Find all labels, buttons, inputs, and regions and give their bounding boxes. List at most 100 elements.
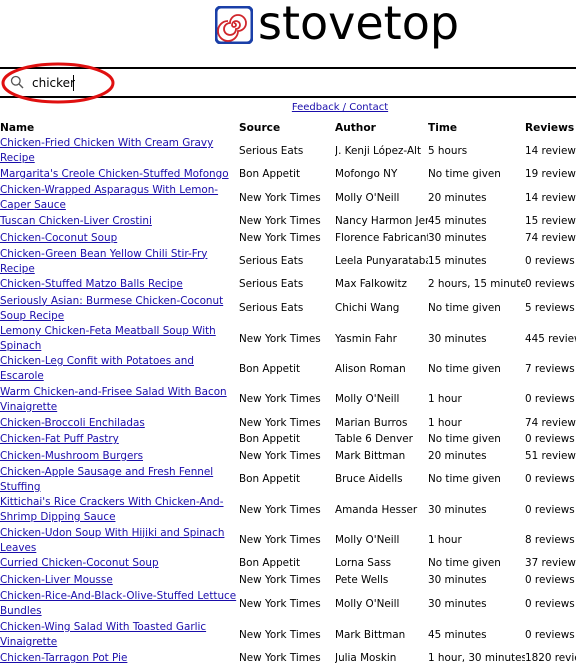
column-header-reviews[interactable]: Reviews bbox=[525, 120, 576, 136]
recipe-author-cell: Florence Fabricant bbox=[335, 230, 428, 247]
recipe-link[interactable]: Chicken-Fat Puff Pastry bbox=[0, 433, 119, 445]
recipe-name-cell: Chicken-Wrapped Asparagus With Lemon-Cap… bbox=[0, 183, 239, 214]
recipe-link[interactable]: Tuscan Chicken-Liver Crostini bbox=[0, 215, 152, 227]
recipe-source-cell: Serious Eats bbox=[239, 247, 335, 277]
recipe-link[interactable]: Seriously Asian: Burmese Chicken-Coconut… bbox=[0, 295, 223, 322]
recipe-name-cell: Tuscan Chicken-Liver Crostini bbox=[0, 214, 239, 231]
recipe-link[interactable]: Curried Chicken-Coconut Soup bbox=[0, 557, 159, 569]
recipe-time-cell: 5 hours bbox=[428, 136, 525, 166]
recipe-source-cell: New York Times bbox=[239, 324, 335, 354]
recipe-source-cell: Bon Appetit bbox=[239, 465, 335, 495]
recipe-link[interactable]: Chicken-Rice-And-Black-Olive-Stuffed Let… bbox=[0, 590, 236, 617]
table-row: Chicken-Coconut SoupNew York TimesFloren… bbox=[0, 230, 576, 247]
table-row: Chicken-Rice-And-Black-Olive-Stuffed Let… bbox=[0, 589, 576, 620]
recipe-name-cell: Chicken-Coconut Soup bbox=[0, 230, 239, 247]
recipe-link[interactable]: Chicken-Fried Chicken With Cream Gravy R… bbox=[0, 137, 213, 164]
table-row: Chicken-Fat Puff PastryBon AppetitTable … bbox=[0, 432, 576, 449]
recipe-link[interactable]: Margarita's Creole Chicken-Stuffed Mofon… bbox=[0, 168, 229, 180]
recipe-name-cell: Chicken-Liver Mousse bbox=[0, 572, 239, 589]
recipe-reviews-cell: 0 reviews bbox=[525, 572, 576, 589]
recipe-name-cell: Chicken-Tarragon Pot Pie bbox=[0, 651, 239, 667]
recipe-link[interactable]: Lemony Chicken-Feta Meatball Soup With S… bbox=[0, 325, 216, 352]
recipe-time-cell: No time given bbox=[428, 354, 525, 384]
table-row: Chicken-Green Bean Yellow Chili Stir-Fry… bbox=[0, 247, 576, 277]
recipe-link[interactable]: Warm Chicken-and-Frisee Salad With Bacon… bbox=[0, 386, 227, 413]
recipe-source-cell: Bon Appetit bbox=[239, 556, 335, 573]
recipe-reviews-cell: 445 reviews bbox=[525, 324, 576, 354]
recipe-reviews-cell: 0 reviews bbox=[525, 247, 576, 277]
recipe-name-cell: Curried Chicken-Coconut Soup bbox=[0, 556, 239, 573]
table-row: Chicken-Leg Confit with Potatoes and Esc… bbox=[0, 354, 576, 384]
recipe-link[interactable]: Chicken-Wrapped Asparagus With Lemon-Cap… bbox=[0, 184, 218, 211]
recipe-link[interactable]: Chicken-Tarragon Pot Pie bbox=[0, 652, 127, 664]
table-row: Chicken-Wing Salad With Toasted Garlic V… bbox=[0, 620, 576, 651]
recipe-name-cell: Chicken-Stuffed Matzo Balls Recipe bbox=[0, 277, 239, 294]
recipe-author-cell: Mofongo NY bbox=[335, 166, 428, 183]
recipe-source-cell: Bon Appetit bbox=[239, 354, 335, 384]
recipe-source-cell: New York Times bbox=[239, 183, 335, 214]
recipe-reviews-cell: 37 reviews bbox=[525, 556, 576, 573]
results-table: Name Source Author Time Reviews Chicken-… bbox=[0, 120, 576, 667]
recipe-author-cell: Molly O'Neill bbox=[335, 384, 428, 415]
recipe-time-cell: No time given bbox=[428, 432, 525, 449]
recipe-reviews-cell: 8 reviews bbox=[525, 526, 576, 556]
recipe-link[interactable]: Chicken-Apple Sausage and Fresh Fennel S… bbox=[0, 466, 213, 493]
table-row: Chicken-Tarragon Pot PieNew York TimesJu… bbox=[0, 651, 576, 667]
column-header-source[interactable]: Source bbox=[239, 120, 335, 136]
recipe-name-cell: Chicken-Fat Puff Pastry bbox=[0, 432, 239, 449]
recipe-reviews-cell: 7 reviews bbox=[525, 354, 576, 384]
recipe-link[interactable]: Chicken-Green Bean Yellow Chili Stir-Fry… bbox=[0, 248, 207, 275]
table-row: Chicken-Fried Chicken With Cream Gravy R… bbox=[0, 136, 576, 166]
table-row: Tuscan Chicken-Liver CrostiniNew York Ti… bbox=[0, 214, 576, 231]
column-header-name[interactable]: Name bbox=[0, 120, 239, 136]
recipe-time-cell: 1 hour bbox=[428, 384, 525, 415]
feedback-contact-link[interactable]: Feedback / Contact bbox=[0, 102, 576, 113]
recipe-author-cell: Molly O'Neill bbox=[335, 589, 428, 620]
recipe-name-cell: Lemony Chicken-Feta Meatball Soup With S… bbox=[0, 324, 239, 354]
recipe-author-cell: Marian Burros bbox=[335, 415, 428, 432]
table-row: Chicken-Mushroom BurgersNew York TimesMa… bbox=[0, 448, 576, 465]
recipe-link[interactable]: Chicken-Udon Soup With Hijiki and Spinac… bbox=[0, 527, 224, 554]
recipe-name-cell: Chicken-Leg Confit with Potatoes and Esc… bbox=[0, 354, 239, 384]
search-input[interactable] bbox=[32, 74, 332, 92]
recipe-author-cell: Amanda Hesser bbox=[335, 495, 428, 526]
recipe-author-cell: Yasmin Fahr bbox=[335, 324, 428, 354]
recipe-author-cell: Chichi Wang bbox=[335, 293, 428, 324]
recipe-source-cell: Serious Eats bbox=[239, 136, 335, 166]
recipe-author-cell: Bruce Aidells bbox=[335, 465, 428, 495]
recipe-link[interactable]: Chicken-Liver Mousse bbox=[0, 574, 113, 586]
recipe-name-cell: Margarita's Creole Chicken-Stuffed Mofon… bbox=[0, 166, 239, 183]
header: stovetop bbox=[0, 0, 576, 60]
recipe-author-cell: Mark Bittman bbox=[335, 448, 428, 465]
column-header-time[interactable]: Time bbox=[428, 120, 525, 136]
recipe-time-cell: 1 hour, 30 minutes bbox=[428, 651, 525, 667]
recipe-reviews-cell: 1820 reviews bbox=[525, 651, 576, 667]
recipe-reviews-cell: 74 reviews bbox=[525, 415, 576, 432]
recipe-name-cell: Chicken-Fried Chicken With Cream Gravy R… bbox=[0, 136, 239, 166]
recipe-link[interactable]: Chicken-Coconut Soup bbox=[0, 232, 117, 244]
recipe-time-cell: 1 hour bbox=[428, 415, 525, 432]
recipe-link[interactable]: Chicken-Mushroom Burgers bbox=[0, 450, 143, 462]
column-header-author[interactable]: Author bbox=[335, 120, 428, 136]
recipe-time-cell: 45 minutes bbox=[428, 620, 525, 651]
recipe-time-cell: No time given bbox=[428, 293, 525, 324]
recipe-link[interactable]: Chicken-Leg Confit with Potatoes and Esc… bbox=[0, 355, 194, 382]
recipe-time-cell: 20 minutes bbox=[428, 183, 525, 214]
recipe-author-cell: J. Kenji López-Alt bbox=[335, 136, 428, 166]
recipe-link[interactable]: Chicken-Broccoli Enchiladas bbox=[0, 417, 145, 429]
logo-text[interactable]: stovetop bbox=[258, 0, 459, 50]
recipe-time-cell: 30 minutes bbox=[428, 589, 525, 620]
table-row: Warm Chicken-and-Frisee Salad With Bacon… bbox=[0, 384, 576, 415]
recipe-name-cell: Warm Chicken-and-Frisee Salad With Bacon… bbox=[0, 384, 239, 415]
recipe-name-cell: Seriously Asian: Burmese Chicken-Coconut… bbox=[0, 293, 239, 324]
recipe-link[interactable]: Kittichai's Rice Crackers With Chicken-A… bbox=[0, 496, 224, 523]
recipe-author-cell: Julia Moskin bbox=[335, 651, 428, 667]
recipe-reviews-cell: 0 reviews bbox=[525, 432, 576, 449]
recipe-link[interactable]: Chicken-Wing Salad With Toasted Garlic V… bbox=[0, 621, 206, 648]
recipe-reviews-cell: 74 reviews bbox=[525, 230, 576, 247]
search-bar[interactable] bbox=[0, 67, 576, 98]
recipe-author-cell: Molly O'Neill bbox=[335, 183, 428, 214]
recipe-time-cell: No time given bbox=[428, 166, 525, 183]
recipe-time-cell: No time given bbox=[428, 556, 525, 573]
recipe-link[interactable]: Chicken-Stuffed Matzo Balls Recipe bbox=[0, 278, 183, 290]
